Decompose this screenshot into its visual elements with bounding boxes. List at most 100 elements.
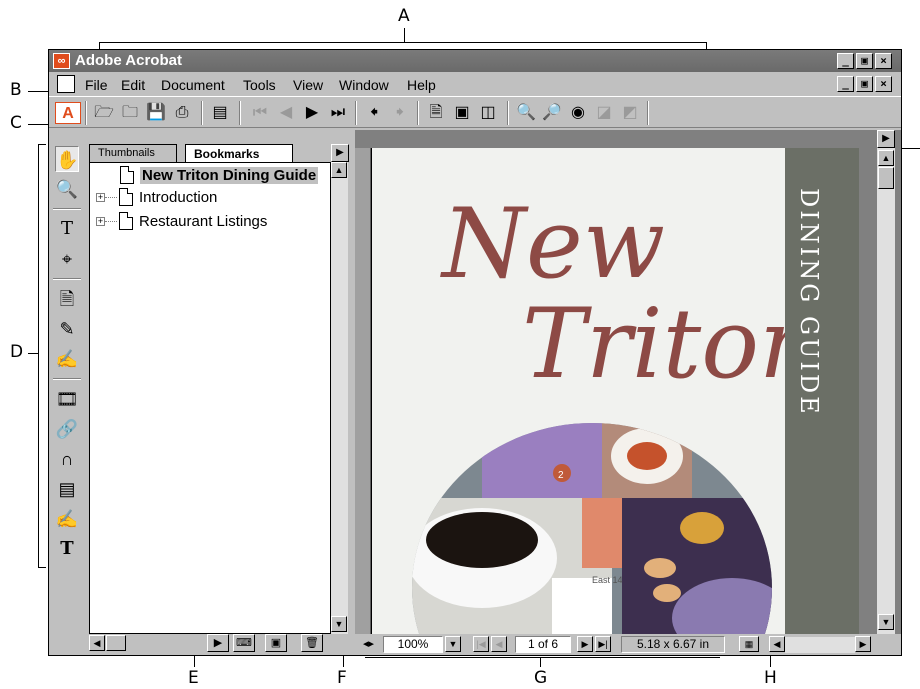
pencil-tool-icon[interactable]: ✎ [55,316,79,342]
page-icon [119,188,133,206]
movie-tool-icon[interactable]: 🎞 [55,386,79,412]
nav-vertical-scrollbar[interactable]: ▲ ▼ [331,162,348,634]
minimize-button[interactable]: _ [837,53,854,69]
scroll-down-icon[interactable]: ▼ [878,614,894,630]
tab-thumbnails[interactable]: Thumbnails [89,144,177,162]
new-bookmark-icon[interactable]: ⌨ [233,634,255,652]
page-layout-icon[interactable]: ▦ [739,636,759,652]
next-page-icon[interactable]: ▶ [301,102,323,124]
toolbar-separator [417,101,419,125]
scroll-left-icon[interactable]: ◀ [769,636,785,652]
callout-c-line [28,124,50,125]
title-bar: ∞ Adobe Acrobat _ ▣ × [49,50,901,72]
doc-vertical-scrollbar[interactable]: ▲ ▼ [877,148,895,634]
previous-page-icon[interactable]: ◀ [491,636,507,652]
open-web-icon[interactable]: 🗀 [119,102,141,124]
nav-expand-button[interactable]: ▶ [207,634,229,652]
hand-tool-icon[interactable]: ✋ [55,146,79,172]
close-button[interactable]: × [875,53,892,69]
next-highlight-icon[interactable]: ◩ [619,102,641,124]
last-page-icon[interactable]: ▶| [595,636,611,652]
print-icon[interactable]: ⎙ [171,102,193,124]
page-icon [120,166,134,184]
page-icon [119,212,133,230]
scroll-up-icon[interactable]: ▲ [878,150,894,166]
scroll-thumb[interactable] [878,167,894,189]
crop-tool-icon[interactable]: ⌖ [55,246,79,272]
acrobat-logo-icon[interactable]: A [55,102,81,124]
digital-signature-tool-icon[interactable]: ✍ [55,506,79,532]
scroll-up-icon[interactable]: ▲ [331,162,347,178]
note-tool-icon[interactable]: 🗎 [55,286,79,312]
doc-restore-button[interactable]: ▣ [856,76,873,92]
doc-minimize-button[interactable]: _ [837,76,854,92]
callout-c: C [10,113,22,133]
acrobat-window: ∞ Adobe Acrobat _ ▣ × File Edit Document… [48,49,902,656]
zoom-tool-icon[interactable]: 🔍 [55,176,79,202]
menu-file[interactable]: File [85,77,108,93]
scroll-right-icon[interactable]: ▶ [855,636,871,652]
doc-close-button[interactable]: × [875,76,892,92]
last-page-icon[interactable]: ⏭ [327,102,349,124]
menu-edit[interactable]: Edit [121,77,145,93]
doc-pane-menu-button[interactable]: ▶ [877,130,895,148]
first-page-icon[interactable]: |◀ [473,636,489,652]
expand-icon[interactable]: + [96,192,105,202]
menu-window[interactable]: Window [339,77,389,93]
touchup-text-tool-icon[interactable]: T [55,536,79,562]
zoom-dropdown-icon[interactable]: ▼ [445,636,461,652]
callout-d-bracket [38,144,39,568]
callout-g-bracket [365,657,720,658]
callout-g: G [534,668,548,688]
link-tool-icon[interactable]: 🔗 [55,416,79,442]
previous-page-icon[interactable]: ◀ [275,102,297,124]
nav-pane-menu-button[interactable]: ▶ [331,144,349,162]
show-hide-nav-icon[interactable]: ▤ [209,102,231,124]
callout-e: E [188,668,199,688]
delete-bookmark-icon[interactable]: 🗑 [301,634,323,652]
callout-g-line [540,658,541,667]
first-page-icon[interactable]: ⏮ [249,102,271,124]
find-icon[interactable]: 🔍 [515,102,537,124]
tool-separator [53,278,81,280]
search-icon[interactable]: 🔎 [541,102,563,124]
menu-view[interactable]: View [293,77,323,93]
page-number-field[interactable]: 1 of 6 [515,636,571,653]
next-page-icon[interactable]: ▶ [577,636,593,652]
page-size-field: 5.18 x 6.67 in [621,636,725,653]
zoom-field[interactable]: 100% [383,636,443,653]
cover-side-band: DINING GUIDE [785,148,859,634]
document-page[interactable]: New Triton 2 East 14 DINING GUIDE [371,148,859,634]
doc-horizontal-scrollbar[interactable] [785,637,855,653]
actual-size-icon[interactable]: 🗎 [425,102,447,124]
restore-button[interactable]: ▣ [856,53,873,69]
goto-bookmark-icon[interactable]: ▣ [265,634,287,652]
scroll-down-icon[interactable]: ▼ [331,616,347,632]
bookmark-item[interactable]: + Introduction [96,187,217,207]
save-icon[interactable]: 💾 [145,102,167,124]
nav-hscroll-thumb[interactable] [106,635,126,651]
search-results-icon[interactable]: ◉ [567,102,589,124]
go-forward-icon[interactable]: 🠺 [389,102,411,124]
menu-document[interactable]: Document [161,77,225,93]
fit-page-icon[interactable]: ▣ [451,102,473,124]
zoom-split-icon[interactable]: ◂▸ [363,637,374,650]
scroll-left-icon[interactable]: ◀ [89,635,105,651]
document-menu-icon[interactable] [57,75,75,93]
tab-bookmarks[interactable]: Bookmarks [185,144,293,163]
article-tool-icon[interactable]: ∩ [55,446,79,472]
highlight-tool-icon[interactable]: ✍ [55,346,79,372]
nav-bottom-bar: ◀ ▶ ⌨ ▣ 🗑 [89,634,348,652]
text-select-tool-icon[interactable]: T [55,216,79,242]
fit-width-icon[interactable]: ◫ [477,102,499,124]
callout-d-line [28,353,38,354]
bookmark-item[interactable]: + Restaurant Listings [96,211,267,231]
form-tool-icon[interactable]: ▤ [55,476,79,502]
menu-tools[interactable]: Tools [243,77,276,93]
bookmark-item[interactable]: New Triton Dining Guide [120,165,319,185]
previous-highlight-icon[interactable]: ◪ [593,102,615,124]
menu-help[interactable]: Help [407,77,436,93]
open-icon[interactable]: 🗁 [93,102,115,124]
expand-icon[interactable]: + [96,216,105,226]
go-back-icon[interactable]: 🠸 [363,102,385,124]
